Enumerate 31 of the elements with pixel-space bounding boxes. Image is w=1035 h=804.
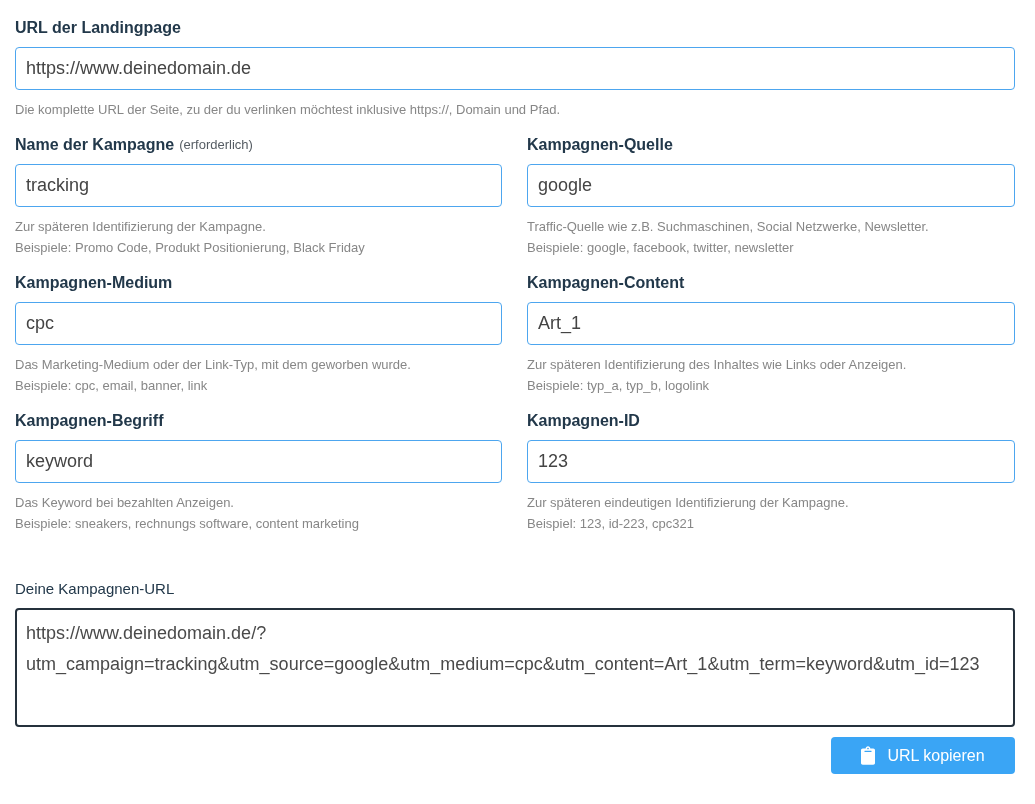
field-label: Kampagnen-ID <box>527 411 640 431</box>
help-text: Beispiele: sneakers, rechnungs software, content marketing <box>15 515 359 533</box>
help-text: Beispiele: Promo Code, Produkt Positionierung, Black Friday <box>15 239 365 257</box>
help-text: Die komplette URL der Seite, zu der du verlinken möchtest inklusive https://, Domain und Pfad. <box>15 101 561 119</box>
help-text: Beispiele: google, facebook, twitter, newsletter <box>527 239 794 257</box>
field-label: Kampagnen-Quelle <box>527 135 673 155</box>
campaign-url-field[interactable]: https://www.deinedomain.de/?utm_campaign=tracking&utm_source=google&utm_medium=cpc&utm_content=Art_1&utm_term=keyword&utm_id=123 <box>15 608 1015 727</box>
field-label: URL der Landingpage <box>15 18 181 38</box>
input-field[interactable]: cpc <box>15 302 502 345</box>
result-label: Deine Kampagnen-URL <box>15 579 175 599</box>
help-text: Das Marketing-Medium oder der Link-Typ, mit dem geworben wurde. <box>15 356 411 374</box>
field-label: Kampagnen-Medium <box>15 273 173 293</box>
help-text: Das Keyword bei bezahlten Anzeigen. <box>15 494 234 512</box>
input-field[interactable]: tracking <box>15 164 502 207</box>
clipboard-icon <box>861 746 876 765</box>
url-input-field[interactable]: https://www.deinedomain.de <box>15 47 1015 90</box>
help-text: Beispiel: 123, id-223, cpc321 <box>527 515 694 533</box>
field-label: Kampagnen-Begriff <box>15 411 164 431</box>
help-text: Zur späteren Identifizierung der Kampagne. <box>15 218 266 236</box>
input-field[interactable]: keyword <box>15 440 502 483</box>
input-field[interactable]: google <box>527 164 1015 207</box>
input-field[interactable]: 123 <box>527 440 1015 483</box>
help-text: Zur späteren eindeutigen Identifizierung der Kampagne. <box>527 494 849 512</box>
help-text: Zur späteren Identifizierung des Inhaltes wie Links oder Anzeigen. <box>527 356 907 374</box>
required-note: (erforderlich) <box>179 136 253 154</box>
help-text: Beispiele: typ_a, typ_b, logolink <box>527 377 710 395</box>
help-text: Traffic-Quelle wie z.B. Suchmaschinen, Social Netzwerke, Newsletter. <box>527 218 929 236</box>
field-label: Name der Kampagne <box>15 135 175 155</box>
help-text: Beispiele: cpc, email, banner, link <box>15 377 208 395</box>
field-label: Kampagnen-Content <box>527 273 685 293</box>
input-field[interactable]: Art_1 <box>527 302 1015 345</box>
